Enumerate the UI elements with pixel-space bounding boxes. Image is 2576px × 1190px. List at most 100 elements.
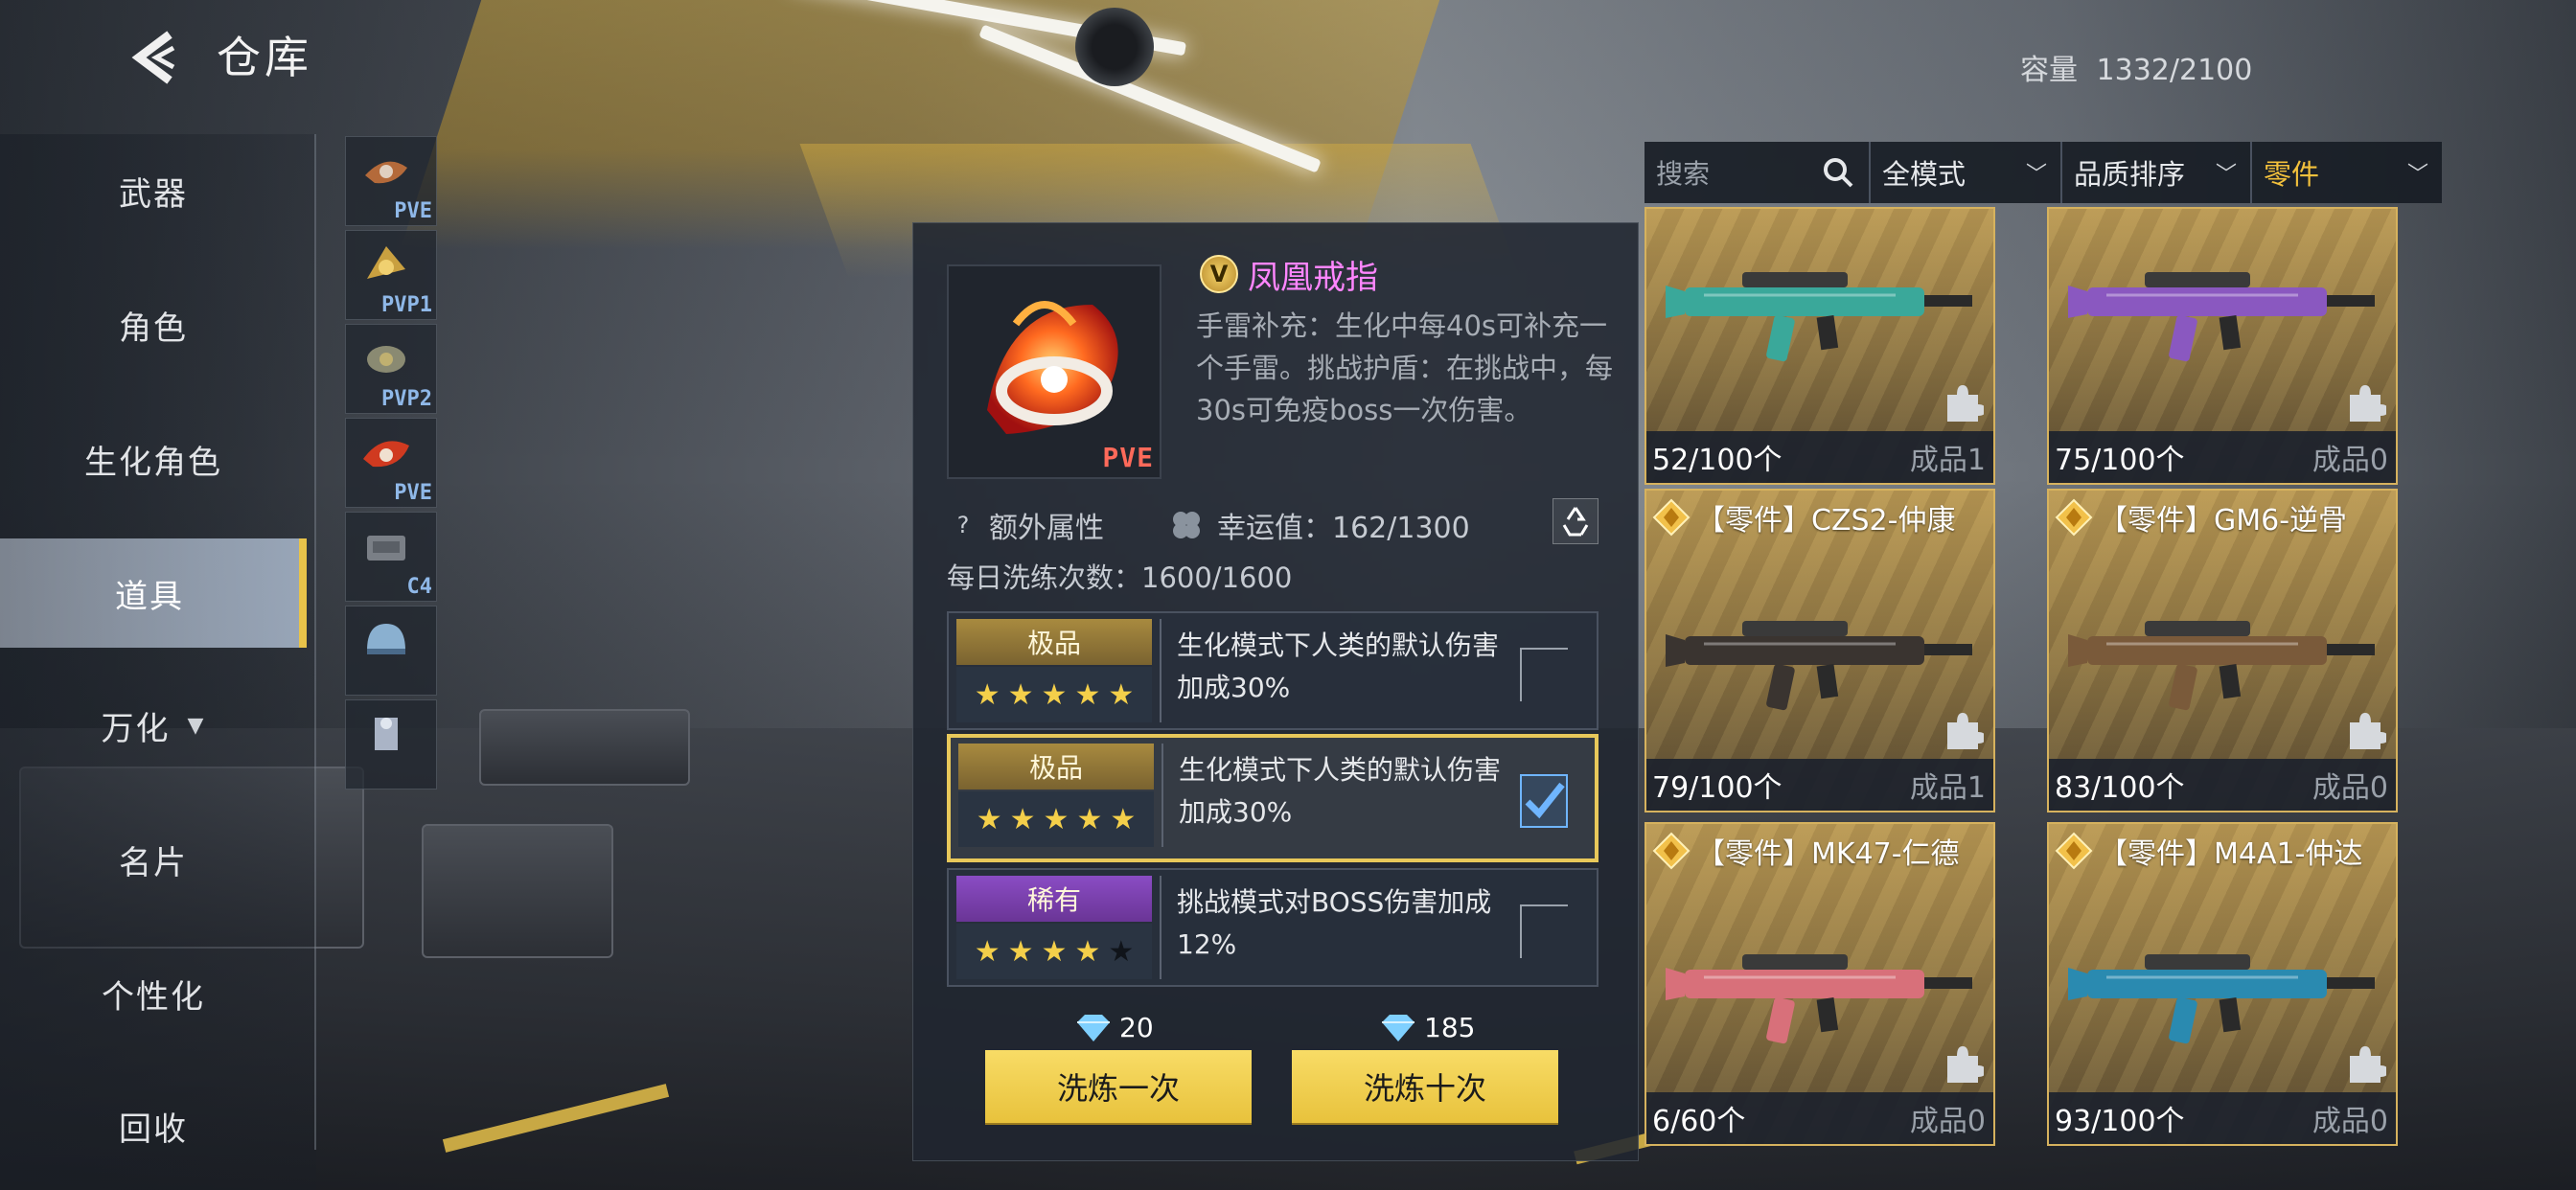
sort-dropdown[interactable]: 品质排序 ﹀ xyxy=(2062,142,2252,203)
crafted-count: 成品1 xyxy=(1909,771,1986,805)
part-count: 93/100个 xyxy=(2055,1105,2185,1138)
crate xyxy=(422,824,613,958)
gun-icon xyxy=(2068,954,2375,1044)
attribute-card[interactable]: 稀有 ★ ★ ★ ★ ★ 挑战模式对BOSS伤害加成12% xyxy=(947,868,1598,987)
attribute-card[interactable]: 极品 ★ ★ ★ ★ ★ 生化模式下人类的默认伤害加成30% xyxy=(947,611,1598,730)
search-input[interactable]: 搜索 xyxy=(1644,142,1871,203)
chevron-down-icon: ﹀ xyxy=(2025,163,2047,187)
nav-label: 名片 xyxy=(119,843,188,882)
card-title: 【零件】M4A1-仲达 xyxy=(2099,837,2363,871)
star-icon: ★ xyxy=(1074,934,1101,969)
back-button[interactable] xyxy=(125,27,186,88)
card-footer: 79/100个 成品1 xyxy=(1646,759,1993,811)
lock-checkbox[interactable] xyxy=(1520,648,1568,701)
extra-attributes-row: ? 额外属性 幸运值：162/1300 xyxy=(947,502,1598,548)
cost-ten: 185 xyxy=(1378,1012,1475,1043)
question-icon[interactable]: ? xyxy=(947,509,979,541)
divider xyxy=(1160,876,1162,979)
gun-icon xyxy=(1666,272,1972,362)
recycle-button[interactable] xyxy=(1552,498,1598,544)
c4-icon xyxy=(367,536,405,561)
part-card[interactable]: 75/100个 成品0 xyxy=(2047,207,2398,485)
refine-ten-button[interactable]: 洗炼十次 xyxy=(1292,1050,1558,1123)
star-icon: ★ xyxy=(1108,677,1135,712)
part-card[interactable]: 【零件】MK47-仁德 6/60个 成品0 xyxy=(1644,822,1995,1146)
medal-icon xyxy=(2055,832,2093,870)
nav-divider xyxy=(314,134,316,1150)
ceiling-camera xyxy=(1075,8,1154,86)
star-rating: ★ ★ ★ ★ ★ xyxy=(956,924,1152,979)
nav-label: 道具 xyxy=(115,577,184,616)
card-title-row: 【零件】MK47-仁德 xyxy=(1652,830,1960,872)
clover-icon xyxy=(1167,506,1206,544)
cost-value: 20 xyxy=(1119,1012,1154,1043)
nav-item-props[interactable]: 道具 xyxy=(0,538,307,648)
part-card[interactable]: 52/100个 成品1 xyxy=(1644,207,1995,485)
item-thumb[interactable]: C4 xyxy=(345,512,437,602)
medal-icon xyxy=(1652,832,1690,870)
recycle-icon xyxy=(1562,507,1589,537)
star-icon: ★ xyxy=(1074,677,1101,712)
nav-label: 生化角色 xyxy=(84,443,222,482)
lock-checkbox[interactable] xyxy=(1520,904,1568,958)
sort-value: 品质排序 xyxy=(2074,158,2186,191)
puzzle-piece-icon xyxy=(2350,385,2386,422)
card-title-row: 【零件】CZS2-仲康 xyxy=(1652,496,1955,538)
nav-item-namecards[interactable]: 名片 xyxy=(0,807,307,912)
item-thumb[interactable] xyxy=(345,699,437,790)
attribute-card-selected[interactable]: 极品 ★ ★ ★ ★ ★ 生化模式下人类的默认伤害加成30% xyxy=(947,734,1598,862)
refine-once-button[interactable]: 洗炼一次 xyxy=(985,1050,1252,1123)
part-card[interactable]: 【零件】M4A1-仲达 93/100个 成品0 xyxy=(2047,822,2398,1146)
nav-item-recycle[interactable]: 回收 xyxy=(0,1073,307,1179)
page-title: 仓库 xyxy=(217,32,312,83)
card-footer: 6/60个 成品0 xyxy=(1646,1092,1993,1144)
figure-icon xyxy=(375,718,398,750)
extra-attributes-label: 额外属性 xyxy=(989,512,1104,545)
part-count: 83/100个 xyxy=(2055,771,2185,805)
attribute-text: 挑战模式对BOSS伤害加成12% xyxy=(1177,886,1492,960)
nav-item-characters[interactable]: 角色 xyxy=(0,272,307,378)
mode-dropdown[interactable]: 全模式 ﹀ xyxy=(1871,142,2062,203)
search-placeholder: 搜索 xyxy=(1656,158,1711,190)
thumb-label: PVE xyxy=(394,199,432,223)
category-dropdown[interactable]: 零件 ﹀ xyxy=(2252,142,2442,203)
thumb-label: C4 xyxy=(406,575,433,599)
nav-item-weapons[interactable]: 武器 xyxy=(0,138,307,243)
divider xyxy=(1160,619,1162,722)
crate xyxy=(479,709,690,786)
ring-icon xyxy=(365,161,407,184)
item-thumb[interactable]: PVP1 xyxy=(345,230,437,320)
card-footer: 93/100个 成品0 xyxy=(2049,1092,2396,1144)
grade-badge: 稀有 xyxy=(956,876,1152,922)
item-thumb[interactable]: PVE xyxy=(345,136,437,226)
mode-value: 全模式 xyxy=(1882,158,1966,191)
cost-once: 20 xyxy=(1073,1012,1154,1043)
nav-item-personalize[interactable]: 个性化 xyxy=(0,941,307,1046)
grade-badge: 极品 xyxy=(956,619,1152,665)
part-count: 75/100个 xyxy=(2055,444,2185,477)
part-count: 6/60个 xyxy=(1652,1105,1746,1138)
part-card[interactable]: 【零件】CZS2-仲康 79/100个 成品1 xyxy=(1644,489,1995,812)
vip-badge-icon: V xyxy=(1200,255,1238,293)
chevron-down-icon: ﹀ xyxy=(2406,163,2428,187)
nav-item-zombie-characters[interactable]: 生化角色 xyxy=(0,406,307,512)
ring-icon xyxy=(367,346,405,373)
nav-item-wanhua[interactable]: 万化 ▼ xyxy=(0,673,307,778)
lock-checkbox-checked[interactable] xyxy=(1520,774,1568,828)
star-icon: ★ xyxy=(1076,802,1103,836)
card-title-row: 【零件】M4A1-仲达 xyxy=(2055,830,2362,872)
nav-label: 万化 xyxy=(101,709,171,748)
card-footer: 52/100个 成品1 xyxy=(1646,431,1993,483)
gun-icon xyxy=(2068,272,2375,362)
part-card[interactable]: 【零件】GM6-逆骨 83/100个 成品0 xyxy=(2047,489,2398,812)
caret-down-icon: ▼ xyxy=(187,713,206,738)
diamond-icon xyxy=(1077,1014,1110,1041)
puzzle-piece-icon xyxy=(1947,1046,1984,1083)
item-thumb[interactable]: PVE xyxy=(345,418,437,508)
item-thumb[interactable]: PVP2 xyxy=(345,324,437,414)
star-empty-icon: ★ xyxy=(1108,934,1135,969)
puzzle-piece-icon xyxy=(2350,713,2386,749)
attribute-text: 生化模式下人类的默认伤害加成30% xyxy=(1179,754,1502,828)
item-thumb[interactable] xyxy=(345,606,437,696)
star-rating: ★ ★ ★ ★ ★ xyxy=(958,791,1154,847)
